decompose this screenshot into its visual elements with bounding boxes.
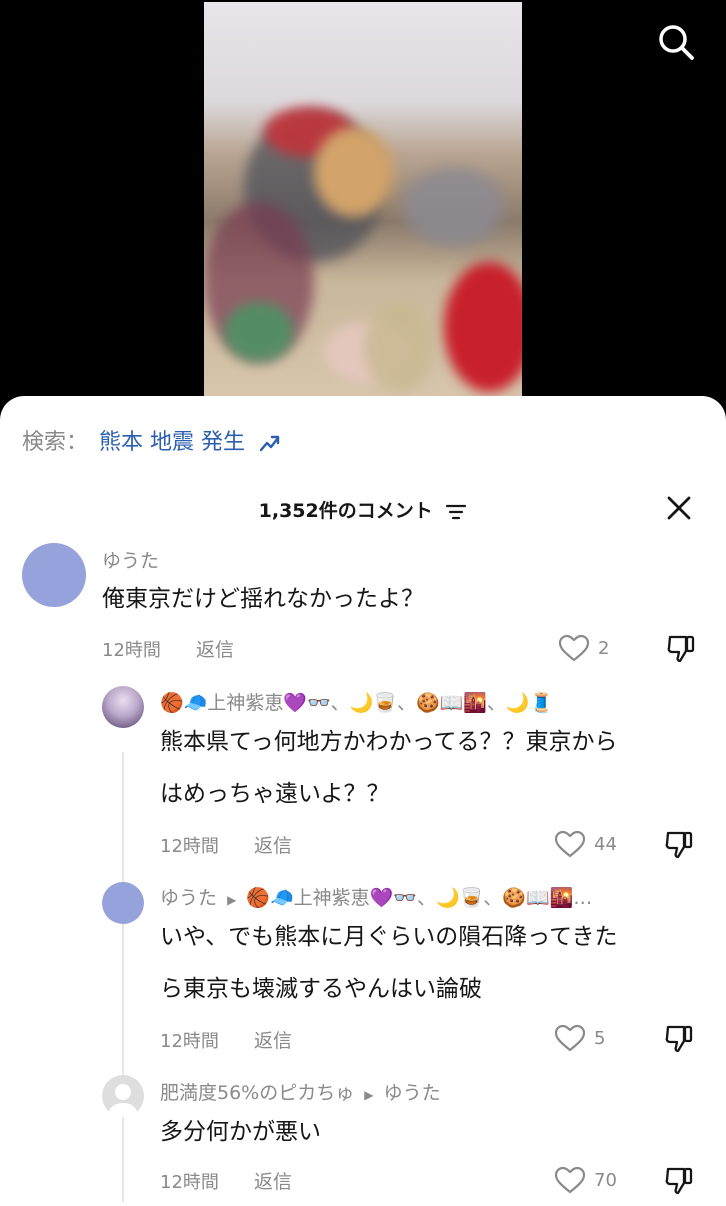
dislike-icon[interactable] <box>666 633 696 663</box>
video-player[interactable] <box>0 0 726 410</box>
like-count: 44 <box>594 834 617 855</box>
comment-time: 12時間 <box>102 640 161 661</box>
reply-button[interactable]: 返信 <box>196 635 234 662</box>
close-icon[interactable] <box>666 495 692 521</box>
avatar[interactable] <box>102 1075 144 1117</box>
comment-time: 12時間 <box>160 1031 219 1052</box>
dislike-icon[interactable] <box>664 1023 694 1053</box>
default-user-icon <box>109 1084 137 1117</box>
like-count: 70 <box>594 1170 617 1191</box>
comment-text-line: はめっちゃ遠いよ？？ <box>160 781 390 807</box>
comment-text-line: ら東京も壊滅するやんはい論破 <box>160 976 482 1002</box>
avatar[interactable] <box>102 882 144 924</box>
comment-text: 多分何かが悪い <box>160 1119 321 1145</box>
heart-icon[interactable] <box>554 830 586 858</box>
search-suggestion[interactable]: 検索： 熊本 地震 発生 <box>22 424 282 456</box>
reply-arrow-icon: ▶ <box>364 1088 374 1102</box>
comment-time: 12時間 <box>160 1172 219 1193</box>
dislike-icon[interactable] <box>664 1165 694 1195</box>
comment-text-line: いや、でも熊本に月ぐらいの隕石降ってきた <box>160 924 618 950</box>
sort-filter-icon[interactable] <box>445 503 467 521</box>
comment-username[interactable]: ゆうた <box>160 887 217 909</box>
comment-username-row[interactable]: ゆうた ▶ 🏀🧢上神紫恵💜👓、🌙🥃、🍪📖🌇… <box>160 883 592 910</box>
avatar[interactable] <box>102 686 144 728</box>
reply-to-username[interactable]: 🏀🧢上神紫恵💜👓、🌙🥃、🍪📖🌇… <box>246 887 592 909</box>
search-icon[interactable] <box>656 22 696 62</box>
comment-text: 俺東京だけど揺れなかったよ？ <box>102 586 424 612</box>
reply-button[interactable]: 返信 <box>254 1167 292 1194</box>
heart-icon[interactable] <box>554 1166 586 1194</box>
heart-icon[interactable] <box>558 634 590 662</box>
reply-button[interactable]: 返信 <box>254 831 292 858</box>
thread-line <box>122 752 124 1202</box>
search-query[interactable]: 熊本 地震 発生 <box>99 430 245 455</box>
comments-count: 1,352件のコメント <box>258 500 433 522</box>
avatar[interactable] <box>22 543 86 607</box>
comment-text-line: 熊本県てっ何地方かわかってる？？東京から <box>160 729 618 755</box>
like-count: 5 <box>594 1028 606 1049</box>
comments-count-header: 1,352件のコメント <box>0 496 726 523</box>
dislike-icon[interactable] <box>664 829 694 859</box>
comment-username[interactable]: 肥満度56%のピカちゅ <box>160 1082 354 1104</box>
reply-to-username[interactable]: ゆうた <box>384 1082 441 1104</box>
comment-username[interactable]: ゆうた <box>102 546 159 573</box>
trending-arrow-icon <box>259 435 280 452</box>
search-prefix: 検索： <box>22 430 89 455</box>
reply-arrow-icon: ▶ <box>227 893 237 907</box>
comment-time: 12時間 <box>160 836 219 857</box>
reply-button[interactable]: 返信 <box>254 1026 292 1053</box>
comment-username-row[interactable]: 肥満度56%のピカちゅ ▶ ゆうた <box>160 1078 441 1105</box>
video-thumbnail[interactable] <box>204 2 522 402</box>
heart-icon[interactable] <box>554 1024 586 1052</box>
comment-username[interactable]: 🏀🧢上神紫恵💜👓、🌙🥃、🍪📖🌇、🌙🧵 <box>160 688 553 715</box>
like-count: 2 <box>598 638 610 659</box>
